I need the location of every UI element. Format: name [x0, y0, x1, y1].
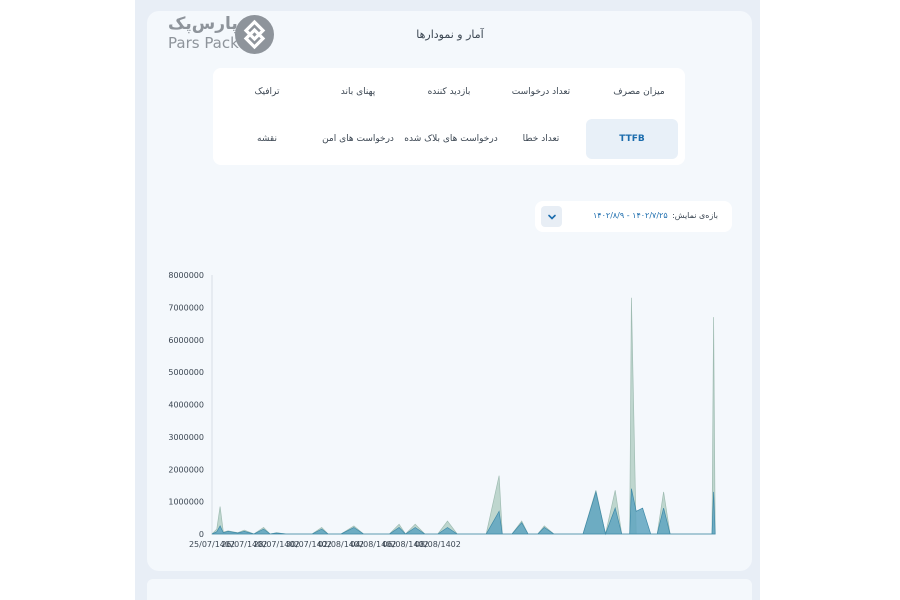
y-tick-label: 4000000 [168, 401, 204, 410]
tab-bandwidth[interactable]: پهنای باند [312, 72, 404, 112]
logo-persian-text: پارس‌پک [168, 14, 239, 34]
date-range-value: ۱۴۰۲/۷/۲۵ - ۱۴۰۲/۸/۹ [593, 211, 668, 220]
series-area-1 [211, 297, 716, 535]
tab-secure-requests[interactable]: درخواست های امن [312, 119, 404, 159]
logo-english-text: Pars Pack [168, 34, 239, 52]
tab-errors[interactable]: تعداد خطا [495, 119, 587, 159]
page-title: آمار و نمودارها [416, 28, 484, 41]
tab-visitors[interactable]: بازدید کننده [403, 72, 495, 112]
next-card [147, 579, 752, 600]
y-tick-label: 7000000 [168, 303, 204, 312]
tab-traffic[interactable]: ترافیک [221, 72, 313, 112]
tab-usage[interactable]: میزان مصرف [593, 72, 685, 112]
logo-mark-icon [235, 15, 274, 54]
y-tick-label: 2000000 [168, 465, 204, 474]
y-tick-label: 8000000 [168, 271, 204, 280]
chevron-down-icon [547, 214, 556, 220]
tab-blocked-requests[interactable]: درخواست های بلاک شده [403, 119, 499, 159]
tab-requests[interactable]: تعداد درخواست [495, 72, 587, 112]
y-tick-label: 6000000 [168, 336, 204, 345]
date-range-label: بازه‌ی نمایش: [672, 211, 718, 220]
date-range-picker[interactable]: بازه‌ی نمایش: ۱۴۰۲/۷/۲۵ - ۱۴۰۲/۸/۹ [535, 201, 732, 232]
y-tick-label: 1000000 [168, 498, 204, 507]
tab-ttfb[interactable]: TTFB [586, 119, 678, 159]
y-tick-label: 0 [199, 530, 204, 539]
series-area-2 [211, 488, 716, 536]
logo: پارس‌پک Pars Pack [168, 14, 278, 56]
x-tick-label: 08/08/1402 [415, 540, 461, 549]
stats-tabs: میزان مصرف تعداد درخواست بازدید کننده په… [213, 68, 685, 165]
tab-map[interactable]: نقشه [221, 119, 313, 159]
y-tick-label: 3000000 [168, 433, 204, 442]
ttfb-area-chart: 0 1000000 2000000 3000000 4000000 5000000 6000… [168, 271, 716, 549]
y-tick-label: 5000000 [168, 368, 204, 377]
date-range-dropdown-button[interactable] [541, 206, 562, 227]
